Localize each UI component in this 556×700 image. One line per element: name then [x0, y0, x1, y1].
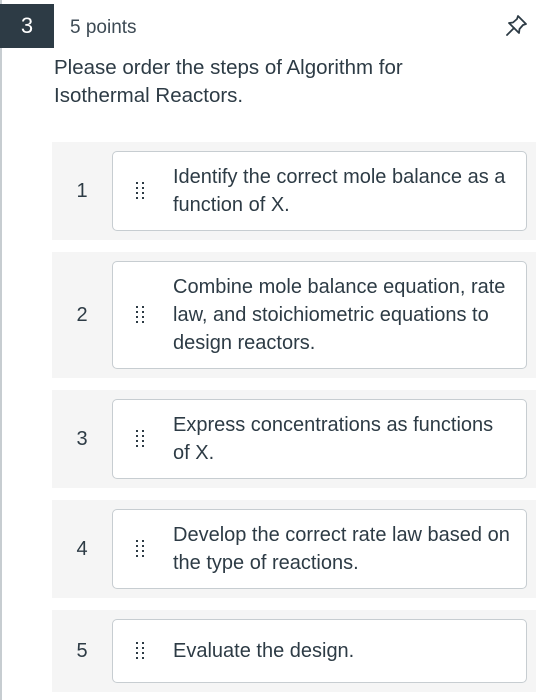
step-text: Combine mole balance equation, rate law,… — [173, 276, 506, 354]
draggable-step-card[interactable]: Evaluate the design. — [112, 619, 527, 683]
step-position: 5 — [76, 639, 88, 662]
drag-handle-icon[interactable] — [135, 429, 145, 449]
question-number-badge: 3 — [0, 4, 54, 48]
draggable-step-card[interactable]: Develop the correct rate law based on th… — [112, 509, 527, 589]
question-prompt: Please order the steps of Algorithm for … — [54, 56, 403, 107]
pin-icon[interactable] — [502, 12, 530, 40]
left-border — [0, 0, 2, 700]
ordering-row: 2 Combine mole balance equation, rate la… — [52, 252, 536, 378]
ordering-row: 4 Develop the correct rate law based on … — [52, 500, 536, 598]
step-position: 4 — [76, 537, 88, 560]
ordering-row: 1 Identify the correct mole balance as a… — [52, 142, 536, 240]
draggable-step-card[interactable]: Identify the correct mole balance as a f… — [112, 151, 527, 231]
drag-handle-icon[interactable] — [135, 539, 145, 559]
draggable-step-card[interactable]: Combine mole balance equation, rate law,… — [112, 261, 527, 369]
ordering-row: 3 Express concentrations as functions of… — [52, 390, 536, 488]
drag-handle-icon[interactable] — [135, 181, 145, 201]
step-text: Express concentrations as functions of X… — [173, 414, 494, 464]
step-position: 3 — [76, 427, 88, 450]
draggable-step-card[interactable]: Express concentrations as functions of X… — [112, 399, 527, 479]
step-text: Identify the correct mole balance as a f… — [173, 166, 506, 216]
step-text: Evaluate the design. — [173, 640, 355, 662]
ordering-row: 5 Evaluate the design. — [52, 610, 536, 692]
step-position: 1 — [76, 179, 88, 202]
question-points: 5 points — [70, 17, 137, 38]
drag-handle-icon[interactable] — [135, 641, 145, 661]
step-position: 2 — [76, 303, 88, 326]
drag-handle-icon[interactable] — [135, 305, 145, 325]
step-text: Develop the correct rate law based on th… — [173, 524, 510, 574]
pin-icon-graphic — [506, 15, 527, 36]
question-number: 3 — [20, 13, 34, 38]
